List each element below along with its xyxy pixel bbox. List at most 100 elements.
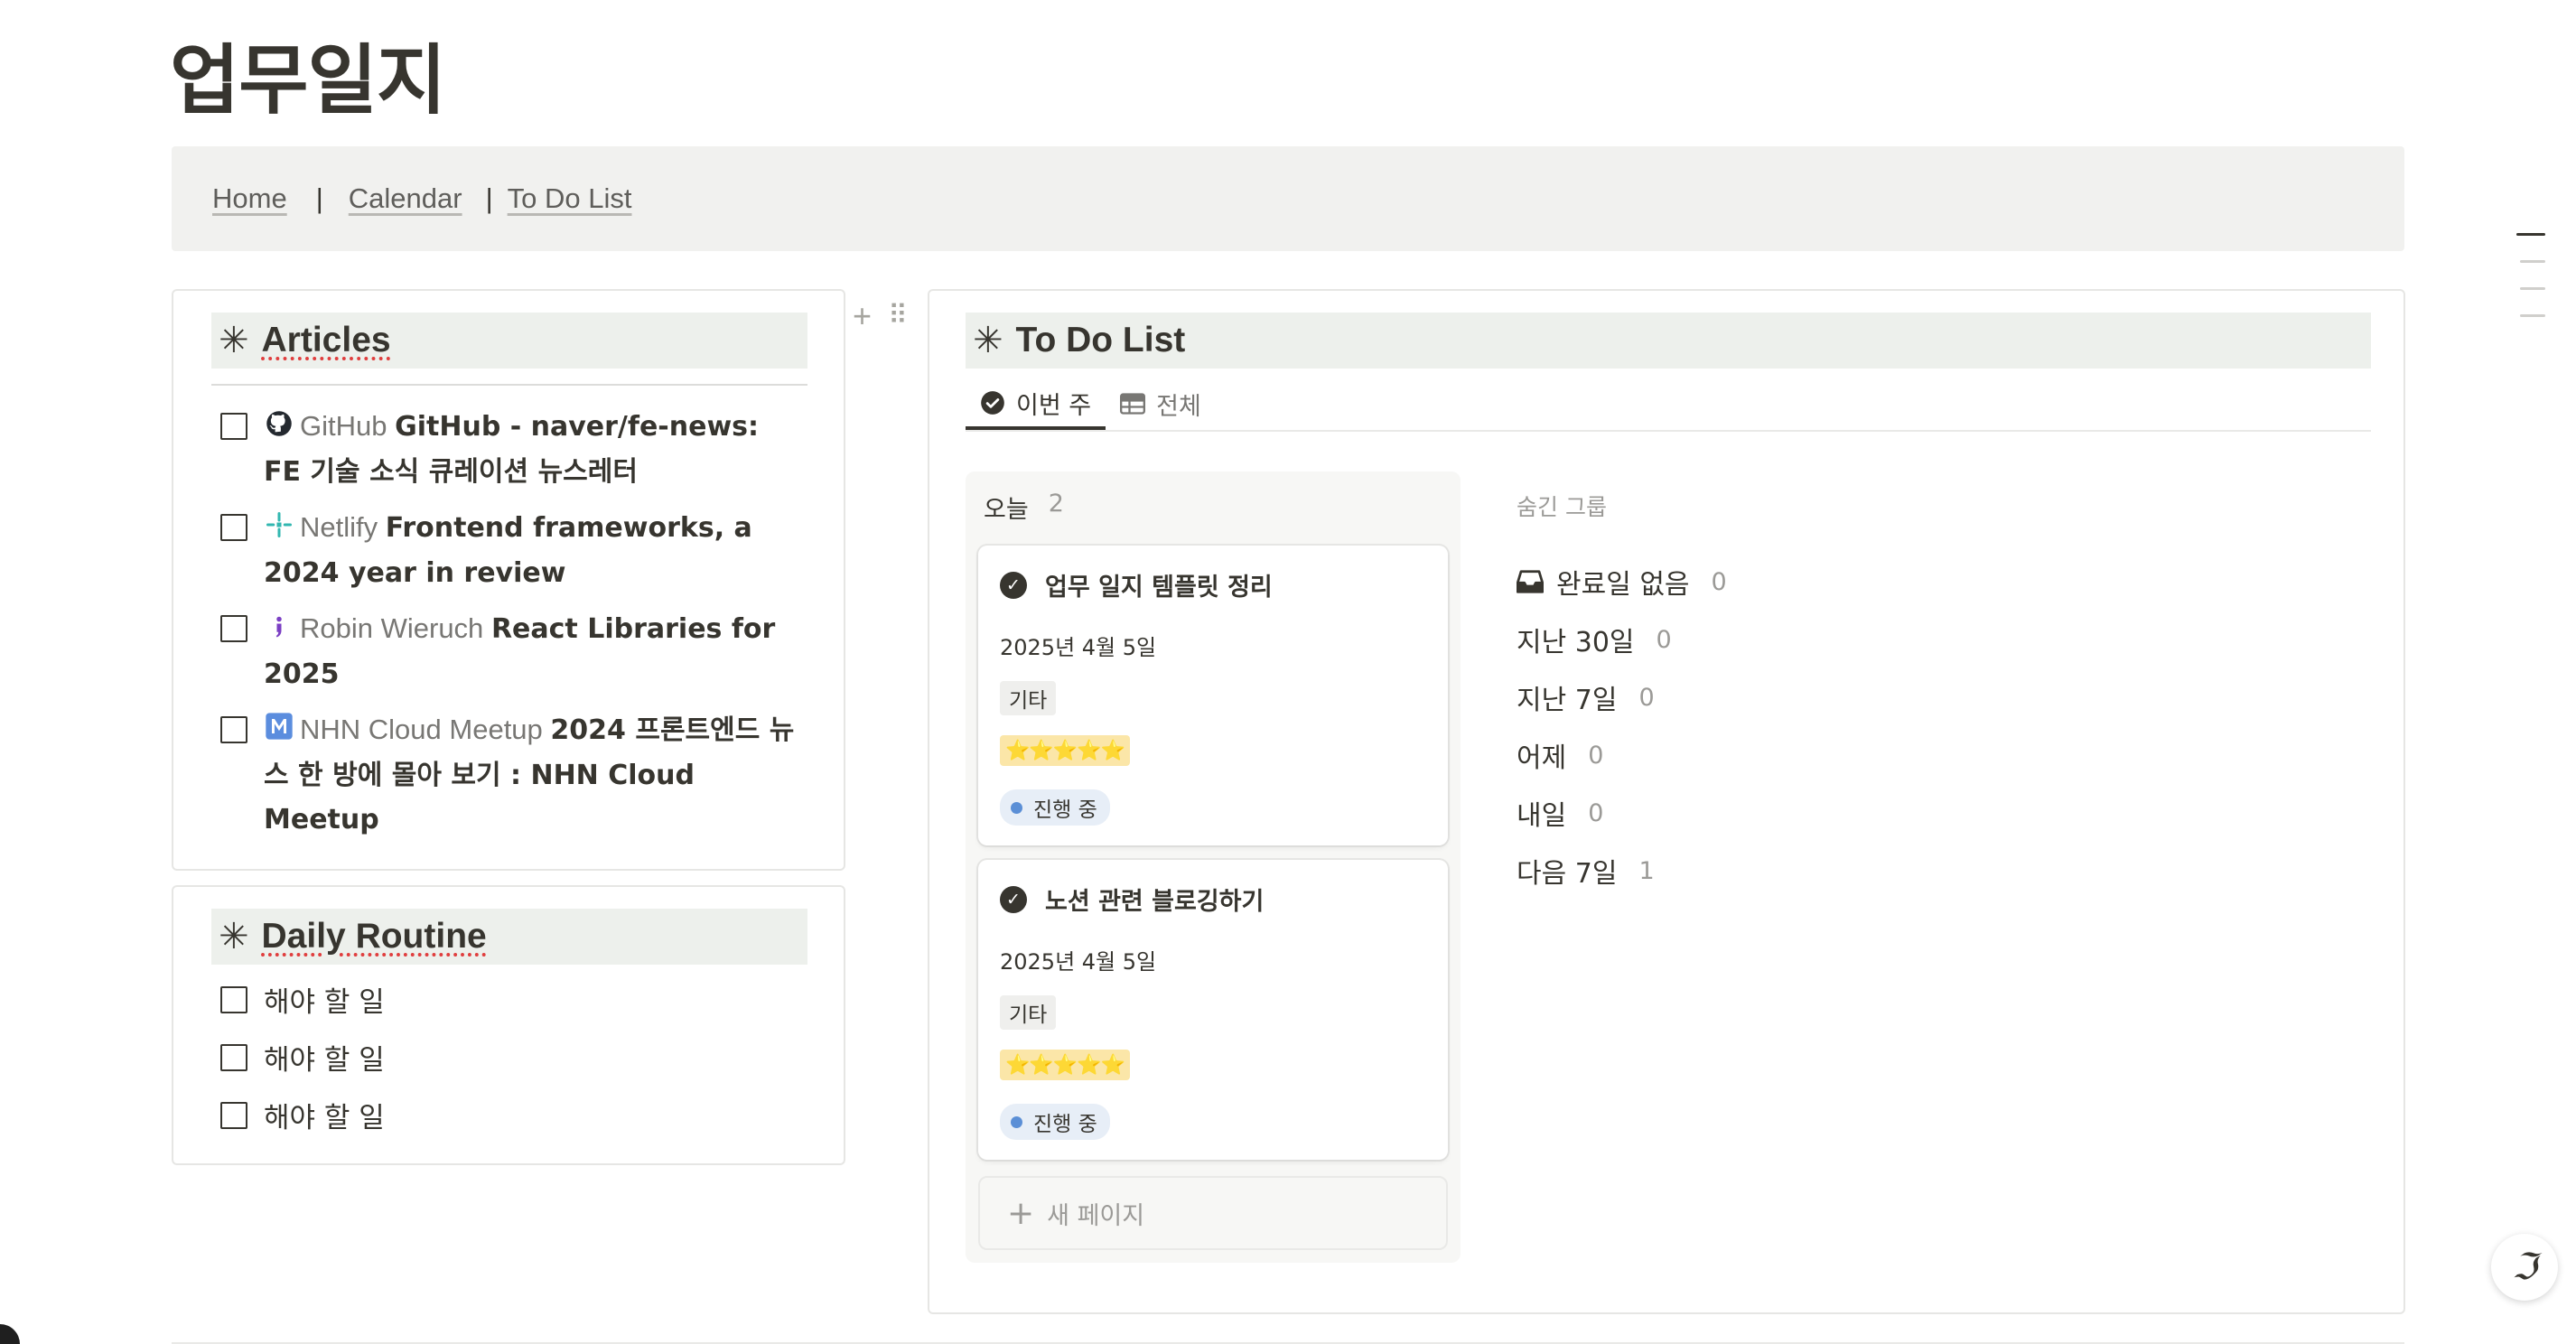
article-item: Netlify Frontend frameworks, a 2024 year…: [220, 506, 798, 595]
check-circle-icon: ✓: [1000, 571, 1027, 599]
card-title: ✓ 노션 관련 블로깅하기: [1000, 882, 1264, 917]
toc-line: [2520, 314, 2545, 317]
group-label: 다음 7일: [1517, 858, 1618, 890]
group-label: 지난 7일: [1517, 685, 1618, 716]
article-link[interactable]: GitHub GitHub - naver/fe-news: FE 기술 소식 …: [264, 405, 798, 494]
article-link[interactable]: Netlify Frontend frameworks, a 2024 year…: [264, 506, 798, 595]
view-tabs: 이번 주 전체: [966, 379, 2371, 432]
hidden-group-item[interactable]: 지난 30일 0: [1517, 611, 1727, 668]
routine-item: 해야 할 일: [220, 1095, 385, 1135]
nav-link-todo[interactable]: To Do List: [508, 182, 632, 215]
group-label: 완료일 없음: [1556, 569, 1690, 601]
checkbox[interactable]: [220, 1101, 247, 1129]
group-label: 내일: [1517, 800, 1567, 832]
toc-line: [2516, 233, 2545, 236]
hidden-group-item[interactable]: 지난 7일 0: [1517, 668, 1727, 726]
group-count: 0: [1588, 798, 1604, 827]
page-title: 업무일지: [170, 36, 446, 125]
asterisk-icon: ✳: [973, 321, 1003, 360]
checkbox[interactable]: [220, 413, 247, 440]
article-source: GitHub: [300, 410, 387, 442]
group-count: 1: [1638, 856, 1655, 885]
group-count: 0: [1588, 741, 1604, 770]
checkbox[interactable]: [220, 615, 247, 642]
routine-item: 해야 할 일: [220, 1037, 385, 1078]
checkbox[interactable]: [220, 1043, 247, 1071]
group-count: 0: [1656, 625, 1672, 654]
article-link[interactable]: Robin Wieruch React Libraries for 2025: [264, 607, 798, 696]
group-count: 0: [1638, 683, 1655, 712]
task-card[interactable]: ✓ 노션 관련 블로깅하기 2025년 4월 5일 기타 ⭐⭐⭐⭐⭐ 진행 중: [978, 860, 1448, 1160]
nav-separator: |: [315, 182, 323, 214]
new-page-label: 새 페이지: [1047, 1201, 1145, 1230]
status-text: 진행 중: [1033, 798, 1097, 822]
checkbox[interactable]: [220, 514, 247, 541]
routine-item: 해야 할 일: [220, 979, 385, 1020]
routine-item-label[interactable]: 해야 할 일: [264, 1095, 385, 1135]
status-badge: 진행 중: [1000, 1104, 1110, 1140]
hidden-groups: 숨긴 그룹 완료일 없음 0 지난 30일 0 지난 7일 0 어제 0 내일 …: [1517, 490, 1727, 900]
articles-panel: ✳ Articles GitHub GitHub - naver/fe-news…: [172, 289, 845, 871]
block-handles: + ⠿: [853, 300, 908, 332]
todo-header: ✳ To Do List: [966, 313, 2371, 369]
card-title: ✓ 업무 일지 템플릿 정리: [1000, 567, 1273, 602]
netlify-icon: [264, 508, 294, 551]
table-of-contents-indicator[interactable]: [2516, 233, 2545, 341]
add-block-icon[interactable]: +: [853, 300, 872, 332]
toc-line: [2520, 260, 2545, 263]
tab-label: 전체: [1156, 392, 1201, 421]
card-category-tag: 기타: [1000, 995, 1057, 1030]
notion-ai-button[interactable]: ℑ: [2491, 1234, 2558, 1301]
card-date: 2025년 4월 5일: [1000, 635, 1157, 660]
notion-ai-icon: ℑ: [2512, 1246, 2537, 1288]
hidden-group-item[interactable]: 내일 0: [1517, 784, 1727, 842]
check-circle-icon: [980, 390, 1005, 415]
article-link[interactable]: NHN Cloud Meetup 2024 프론트엔드 뉴스 한 방에 몰아 보…: [264, 708, 798, 842]
tab-this-week[interactable]: 이번 주: [966, 379, 1106, 430]
hidden-group-item[interactable]: 다음 7일 1: [1517, 842, 1727, 900]
routine-item-label[interactable]: 해야 할 일: [264, 979, 385, 1020]
article-item: GitHub GitHub - naver/fe-news: FE 기술 소식 …: [220, 405, 798, 494]
hidden-groups-label: 숨긴 그룹: [1517, 494, 1607, 520]
card-rating: ⭐⭐⭐⭐⭐: [1000, 735, 1130, 766]
daily-routine-header: ✳ Daily Routine: [211, 909, 807, 965]
nav-link-home[interactable]: Home: [212, 182, 287, 215]
group-label: 지난 30일: [1517, 627, 1635, 658]
article-source: Robin Wieruch: [300, 612, 484, 644]
status-dot: [1011, 801, 1022, 814]
todo-panel: ✳ To Do List 이번 주 전체 오늘 2 ✓ 업무 일지 템플릿 정리: [928, 289, 2405, 1314]
tab-label: 이번 주: [1016, 391, 1092, 420]
card-title-text: 노션 관련 블로깅하기: [1045, 888, 1265, 916]
article-item: NHN Cloud Meetup 2024 프론트엔드 뉴스 한 방에 몰아 보…: [220, 708, 798, 842]
daily-routine-panel: ✳ Daily Routine 해야 할 일 해야 할 일 해야 할 일: [172, 885, 845, 1165]
nav-separator: |: [485, 182, 493, 214]
new-page-button[interactable]: + 새 페이지: [978, 1176, 1448, 1250]
hidden-group-item[interactable]: 완료일 없음 0: [1517, 553, 1727, 611]
board-column-today: 오늘 2 ✓ 업무 일지 템플릿 정리 2025년 4월 5일 기타 ⭐⭐⭐⭐⭐…: [966, 471, 1461, 1263]
nav-callout: Home | Calendar | To Do List: [172, 146, 2404, 251]
nav-link-calendar[interactable]: Calendar: [349, 182, 462, 215]
card-title-text: 업무 일지 템플릿 정리: [1045, 574, 1273, 602]
status-badge: 진행 중: [1000, 789, 1110, 826]
group-count: 0: [1711, 567, 1727, 596]
table-icon: [1120, 393, 1146, 415]
routine-item-label[interactable]: 해야 할 일: [264, 1037, 385, 1078]
checkbox[interactable]: [220, 985, 247, 1013]
column-header[interactable]: 오늘 2: [984, 490, 1064, 525]
divider: [211, 384, 807, 386]
status-dot: [1011, 1115, 1022, 1128]
window-corner: [0, 1324, 20, 1344]
tab-all[interactable]: 전체: [1106, 379, 1216, 428]
article-source: Netlify: [300, 511, 378, 543]
checkbox[interactable]: [220, 716, 247, 743]
drag-handle-icon[interactable]: ⠿: [888, 300, 908, 332]
hidden-group-item[interactable]: 어제 0: [1517, 726, 1727, 784]
todo-title: To Do List: [1015, 321, 1186, 359]
group-label: 어제: [1517, 742, 1567, 774]
article-source: NHN Cloud Meetup: [300, 714, 543, 745]
check-circle-icon: ✓: [1000, 885, 1027, 913]
card-date: 2025년 4월 5일: [1000, 949, 1157, 975]
articles-title: Articles: [261, 321, 391, 359]
daily-routine-title: Daily Routine: [261, 917, 487, 956]
task-card[interactable]: ✓ 업무 일지 템플릿 정리 2025년 4월 5일 기타 ⭐⭐⭐⭐⭐ 진행 중: [978, 546, 1448, 845]
